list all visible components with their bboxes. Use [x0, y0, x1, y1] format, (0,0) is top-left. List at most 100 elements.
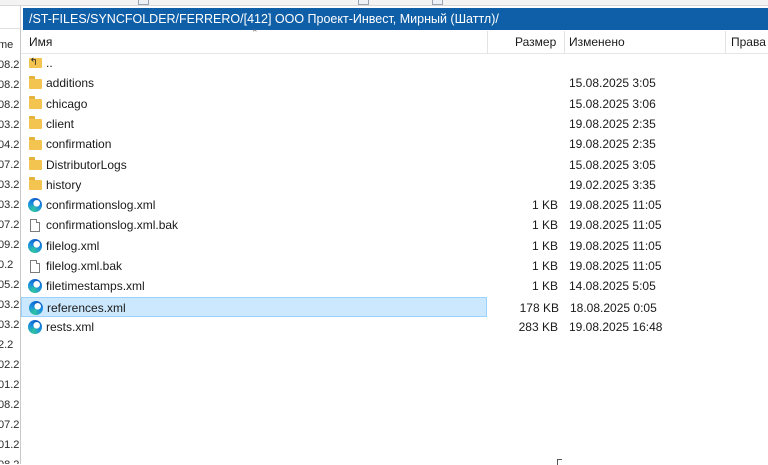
file-row[interactable]: confirmationslog.xml.bak 1 KB 19.08.2025 1… [21, 215, 662, 235]
file-row[interactable]: client 19.08.2025 2:35 [21, 114, 656, 134]
file-name: filetimestamps.xml [46, 279, 145, 294]
left-panel-header[interactable] [0, 6, 20, 29]
edge-xml-icon [27, 195, 43, 215]
edge-xml-icon [28, 298, 44, 318]
left-date-fragment: 07.2 [0, 219, 20, 231]
left-date-fragment: 08.2 [0, 455, 20, 464]
file-icon [27, 256, 43, 276]
file-size: 1 KB [531, 259, 558, 273]
file-size: 1 KB [531, 279, 558, 294]
column-divider[interactable] [487, 31, 488, 53]
left-date-fragment: 08.2 [0, 59, 20, 71]
left-date-fragment: 01.2 [0, 439, 20, 451]
left-date-fragment: 01.2 [0, 379, 20, 391]
path-bar[interactable]: /ST-FILES/SYNCFOLDER/FERRERO/[412] ООО П… [23, 8, 768, 30]
left-date-fragment: 2.2 [0, 339, 14, 351]
file-row[interactable]: additions 15.08.2025 3:05 [21, 73, 656, 93]
file-icon [27, 215, 43, 235]
file-name: references.xml [47, 300, 126, 315]
left-date-fragment: 07.2 [0, 419, 20, 431]
file-row[interactable]: chicago 15.08.2025 3:06 [21, 94, 656, 114]
file-size: 178 KB [519, 300, 559, 315]
file-size: 1 KB [531, 198, 558, 213]
left-date-fragment: 04.2 [0, 139, 20, 151]
file-modified: 19.08.2025 11:05 [569, 238, 662, 253]
column-header: Имя ⌃ Размер Изменено Права [21, 28, 768, 54]
left-date-fragment: 09.2 [0, 239, 20, 251]
file-modified: 15.08.2025 3:05 [569, 157, 656, 172]
left-date-fragment: 02.2 [0, 359, 20, 371]
column-modified[interactable]: Изменено [569, 31, 625, 53]
right-file-panel[interactable]: /ST-FILES/SYNCFOLDER/FERRERO/[412] ООО П… [21, 6, 768, 464]
folder-icon [27, 73, 43, 93]
file-size [488, 114, 558, 134]
file-name: DistributorLogs [46, 157, 127, 172]
file-row[interactable]: confirmation 19.08.2025 2:35 [21, 134, 656, 154]
left-date-fragment: 0.2 [0, 259, 14, 271]
left-date-fragment: 03.2 [0, 179, 20, 191]
file-size [488, 73, 558, 93]
left-date-fragment: 03.2 [0, 199, 20, 211]
file-modified: 15.08.2025 3:05 [569, 76, 656, 91]
left-date-fragment: 03.2 [0, 119, 20, 131]
up-folder-icon [27, 53, 43, 73]
left-header-fragment: me [0, 39, 14, 51]
file-size [488, 155, 558, 175]
file-modified: 19.08.2025 11:05 [569, 198, 662, 213]
edge-xml-icon [27, 276, 43, 296]
toolbar-icon[interactable] [358, 0, 369, 5]
left-date-fragment: 08.2 [0, 399, 20, 411]
sort-arrow-icon: ⌃ [251, 28, 259, 38]
file-row[interactable]: confirmationslog.xml 1 KB 19.08.2025 11:05 [21, 195, 662, 215]
file-modified: 19.02.2025 3:35 [569, 177, 656, 192]
edge-xml-icon [27, 236, 43, 256]
file-name: .. [46, 56, 53, 70]
column-divider[interactable] [564, 31, 565, 53]
file-row[interactable]: references.xml 178 KB 18.08.2025 0:05 [21, 296, 657, 318]
file-row[interactable]: .. [21, 53, 487, 73]
file-row[interactable]: filelog.xml 1 KB 19.08.2025 11:05 [21, 236, 662, 256]
left-file-panel[interactable]: me 08.2 08.2 08.2 03.2 04.2 07.2 03.2 03.2 07.2 0… [0, 6, 21, 464]
edge-xml-icon [27, 317, 43, 337]
toolbar-icon[interactable] [432, 0, 443, 5]
file-size: 1 KB [531, 238, 558, 253]
file-modified: 15.08.2025 3:06 [569, 96, 656, 111]
folder-icon [27, 155, 43, 175]
file-name: filelog.xml.bak [46, 259, 123, 273]
file-modified: 19.08.2025 2:35 [569, 137, 656, 152]
file-row[interactable]: rests.xml 283 KB 19.08.2025 16:48 [21, 317, 662, 337]
file-modified: 18.08.2025 0:05 [570, 300, 657, 315]
file-size [488, 94, 558, 114]
folder-icon [27, 94, 43, 114]
file-row[interactable]: DistributorLogs 15.08.2025 3:05 [21, 155, 656, 175]
file-name: history [46, 177, 82, 192]
file-name: chicago [46, 96, 88, 111]
left-date-fragment: 08.2 [0, 79, 20, 91]
file-name: rests.xml [46, 319, 94, 334]
file-row[interactable]: filetimestamps.xml 1 KB 14.08.2025 5:05 [21, 276, 656, 296]
file-name: confirmation [46, 137, 112, 152]
column-rights[interactable]: Права [731, 31, 766, 53]
file-row[interactable]: history 19.02.2025 3:35 [21, 175, 656, 195]
mouse-cursor-icon [557, 459, 562, 465]
column-name[interactable]: Имя [29, 31, 52, 53]
file-modified: 14.08.2025 5:05 [569, 279, 656, 294]
file-name: client [46, 116, 75, 131]
column-divider[interactable] [725, 31, 726, 53]
folder-icon [27, 134, 43, 154]
toolbar-icon[interactable] [138, 0, 149, 5]
left-date-fragment: 03.2 [0, 299, 20, 311]
left-date-fragment: 05.2 [0, 279, 20, 291]
left-date-fragment: 08.2 [0, 99, 20, 111]
file-modified: 19.08.2025 2:35 [569, 116, 656, 131]
file-name: confirmationslog.xml [46, 198, 156, 213]
file-modified: 19.08.2025 11:05 [569, 218, 662, 233]
column-size[interactable]: Размер [515, 31, 556, 53]
file-name: additions [46, 76, 95, 91]
file-row[interactable]: filelog.xml.bak 1 KB 19.08.2025 11:05 [21, 256, 662, 276]
folder-icon [27, 175, 43, 195]
file-size: 283 KB [518, 319, 558, 334]
file-size [488, 134, 558, 154]
file-size [488, 175, 558, 195]
left-date-fragment: 07.2 [0, 159, 20, 171]
